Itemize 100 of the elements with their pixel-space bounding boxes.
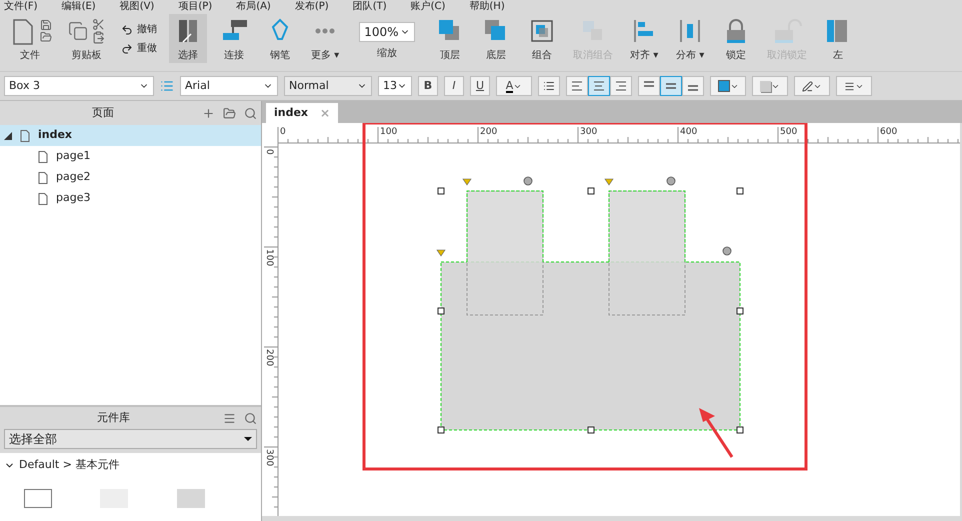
file-tool-button[interactable]: 文件: [4, 14, 56, 63]
page-tree-item[interactable]: page3: [0, 188, 261, 209]
connect-tool-button[interactable]: 连接: [215, 14, 253, 63]
redo-icon: [121, 42, 133, 54]
menu-item[interactable]: 视图(V): [120, 0, 154, 14]
line-style-button[interactable]: [836, 76, 872, 96]
pointer-arrow: [699, 408, 734, 458]
ruler-label: 400: [680, 127, 698, 137]
italic-button[interactable]: I: [444, 76, 464, 96]
ruler-label: 600: [880, 127, 898, 137]
redo-button[interactable]: 重做: [121, 41, 157, 56]
add-page-icon[interactable]: [202, 106, 215, 120]
valign-button[interactable]: [638, 76, 660, 96]
shadow-button[interactable]: [752, 76, 788, 96]
page-name: index: [38, 127, 72, 144]
document-tab[interactable]: index ×: [266, 103, 338, 123]
resize-handle[interactable]: [438, 426, 444, 434]
back-tool-button[interactable]: 底层: [477, 14, 516, 63]
resize-handle[interactable]: [736, 308, 744, 314]
rotate-handle[interactable]: [524, 176, 532, 186]
dots-icon: [315, 28, 336, 34]
fill-color-button[interactable]: [710, 76, 746, 96]
resize-handle[interactable]: [438, 308, 444, 314]
underline-button[interactable]: U: [470, 76, 490, 96]
left-tool-button[interactable]: 左: [819, 14, 858, 63]
pen-tool-button[interactable]: 钢笔: [261, 14, 299, 63]
valign-button[interactable]: [682, 76, 704, 96]
page-icon: [38, 192, 48, 204]
distribute-tool-button[interactable]: 分布 ▾: [671, 14, 710, 63]
align-center-icon: [593, 81, 605, 91]
search-icon[interactable]: [244, 106, 257, 120]
copy-icon: [68, 21, 88, 41]
align-button[interactable]: [566, 76, 588, 96]
lock-tool-button[interactable]: 锁定: [717, 14, 756, 63]
line-style-icon: [844, 80, 855, 92]
menu-item[interactable]: 编辑(E): [62, 0, 96, 14]
menu-item[interactable]: 布局(A): [236, 0, 271, 14]
menu-item[interactable]: 项目(P): [178, 0, 212, 14]
menu-item[interactable]: 发布(P): [294, 0, 329, 14]
resize-handle[interactable]: [588, 188, 594, 194]
page-icon: [38, 172, 48, 184]
select-tool-button[interactable]: 选择: [169, 14, 207, 63]
menu-item[interactable]: 帮助(H): [469, 0, 505, 14]
page-icon: [20, 130, 30, 142]
page-name: page3: [56, 190, 90, 206]
triangle-marker-icon[interactable]: [604, 178, 614, 186]
panel-title: 页面: [91, 104, 115, 121]
clipboard-button[interactable]: 剪贴板: [64, 14, 109, 63]
undo-button[interactable]: 撤销: [121, 22, 157, 37]
line-color-button[interactable]: [794, 76, 830, 96]
menu-item[interactable]: 团队(T): [352, 0, 387, 14]
group-tool-button[interactable]: 组合: [523, 14, 562, 63]
expand-triangle-icon[interactable]: [4, 132, 12, 140]
font-style-select[interactable]: Normal: [284, 76, 372, 96]
design-canvas[interactable]: 0 100 200 300 400 500 600 0 100 200 300: [262, 123, 960, 516]
scissors-icon: [92, 18, 105, 31]
resize-handle[interactable]: [438, 188, 444, 194]
box-widget-thumbnail[interactable]: [176, 489, 205, 508]
page-tree-item[interactable]: index: [0, 125, 261, 146]
bullet-list-button[interactable]: [538, 76, 560, 96]
font-size-select[interactable]: 13: [378, 76, 412, 96]
undo-icon: [121, 24, 133, 36]
valign-button[interactable]: [660, 76, 682, 96]
page-name: page2: [56, 169, 90, 186]
menu-item[interactable]: 文件(F): [4, 0, 38, 14]
rotate-handle[interactable]: [666, 176, 676, 186]
rotate-handle[interactable]: [722, 246, 732, 256]
page-tree-item[interactable]: page1: [0, 146, 261, 167]
triangle-marker-icon[interactable]: [462, 178, 472, 186]
folder-icon: [40, 31, 52, 43]
menu-icon[interactable]: [223, 412, 236, 424]
library-filter-select[interactable]: 选择全部: [4, 429, 257, 449]
align-right-icon: [615, 81, 627, 91]
search-icon[interactable]: [244, 412, 257, 424]
align-button[interactable]: [588, 76, 610, 96]
page-icon: [38, 150, 48, 162]
resize-handle[interactable]: [736, 426, 744, 434]
page-tree-item[interactable]: page2: [0, 167, 261, 188]
ruler-label: 0: [264, 149, 274, 155]
triangle-marker-icon[interactable]: [436, 250, 446, 257]
more-tool-button[interactable]: 更多 ▾: [307, 14, 344, 63]
pen-line-icon: [802, 80, 813, 92]
bold-button[interactable]: B: [418, 76, 438, 96]
add-folder-icon[interactable]: [223, 106, 236, 120]
text-color-button[interactable]: A: [496, 76, 532, 96]
ruler-label: 500: [780, 127, 798, 137]
fill-swatch: [718, 80, 730, 92]
font-family-select[interactable]: Arial: [180, 76, 278, 96]
widget-name-field[interactable]: Box 3: [4, 76, 154, 96]
zoom-select[interactable]: 100%: [359, 22, 416, 42]
ruler-label: 100: [264, 249, 274, 266]
ruler-label: 200: [264, 349, 274, 366]
box-widget-thumbnail[interactable]: [24, 489, 52, 508]
page-name: page1: [56, 148, 90, 164]
resize-handle[interactable]: [588, 426, 594, 434]
front-tool-button[interactable]: 顶层: [431, 14, 470, 63]
align-tool-button[interactable]: 对齐 ▾: [625, 14, 664, 63]
menu-item[interactable]: 账户(C): [410, 0, 446, 14]
resize-handle[interactable]: [736, 188, 744, 194]
align-button[interactable]: [610, 76, 632, 96]
